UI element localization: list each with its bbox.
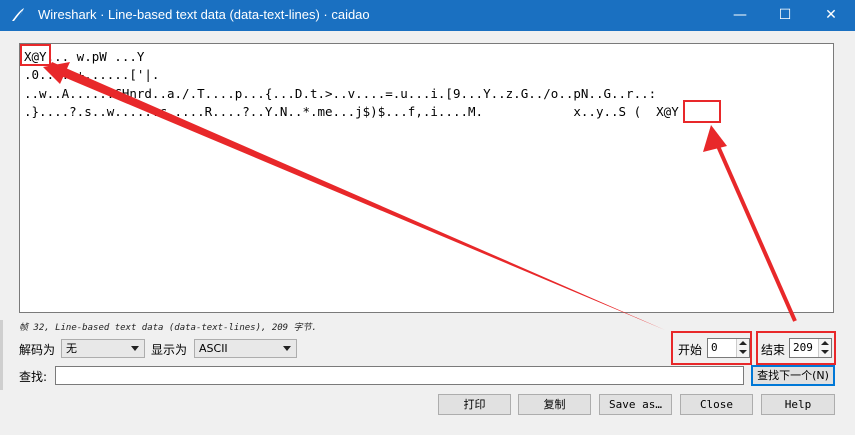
- decode-as-select[interactable]: 无: [61, 339, 145, 358]
- packet-text-pane[interactable]: X@Y... w.pW ...Y .0.....+......['|. ..w.…: [19, 43, 834, 313]
- annotation-box-start: [671, 331, 752, 365]
- find-next-button[interactable]: 查找下一个(N): [751, 365, 835, 386]
- save-as-button[interactable]: Save as…: [599, 394, 672, 415]
- maximize-button[interactable]: ☐: [762, 0, 808, 31]
- decode-as-value: 无: [66, 342, 77, 355]
- annotation-box-start-xay: [20, 44, 51, 66]
- wireshark-fin-icon: [12, 8, 24, 21]
- chevron-down-icon: [283, 346, 291, 351]
- show-as-select[interactable]: ASCII: [194, 339, 297, 358]
- text-line: .0.....+......['|.: [24, 67, 160, 82]
- find-input[interactable]: [55, 366, 744, 385]
- annotation-box-end: [756, 331, 836, 365]
- copy-button[interactable]: 复制: [518, 394, 591, 415]
- annotation-box-end-xay: [683, 100, 721, 123]
- chevron-down-icon: [131, 346, 139, 351]
- frame-status-text: 帧 32, Line-based text data (data-text-li…: [19, 323, 317, 333]
- close-button[interactable]: Close: [680, 394, 753, 415]
- show-as-value: ASCII: [199, 342, 228, 355]
- close-window-button[interactable]: ✕: [808, 0, 854, 31]
- print-button[interactable]: 打印: [438, 394, 511, 415]
- find-label: 查找:: [19, 370, 48, 384]
- title-bar: Wireshark · Line-based text data (data-t…: [0, 0, 855, 31]
- window-title: Wireshark · Line-based text data (data-t…: [38, 7, 370, 22]
- show-as-label: 显示为: [151, 343, 188, 357]
- minimize-button[interactable]: —: [717, 0, 763, 31]
- text-line: ..w..A......CHnrd..a./.T....p...{...D.t.…: [24, 86, 657, 101]
- decode-as-label: 解码为: [19, 343, 56, 357]
- text-line: .}....?.s..w......c.....R....?..Y.N..*.m…: [24, 104, 679, 119]
- help-button[interactable]: Help: [761, 394, 835, 415]
- background-window-edge: [0, 320, 3, 390]
